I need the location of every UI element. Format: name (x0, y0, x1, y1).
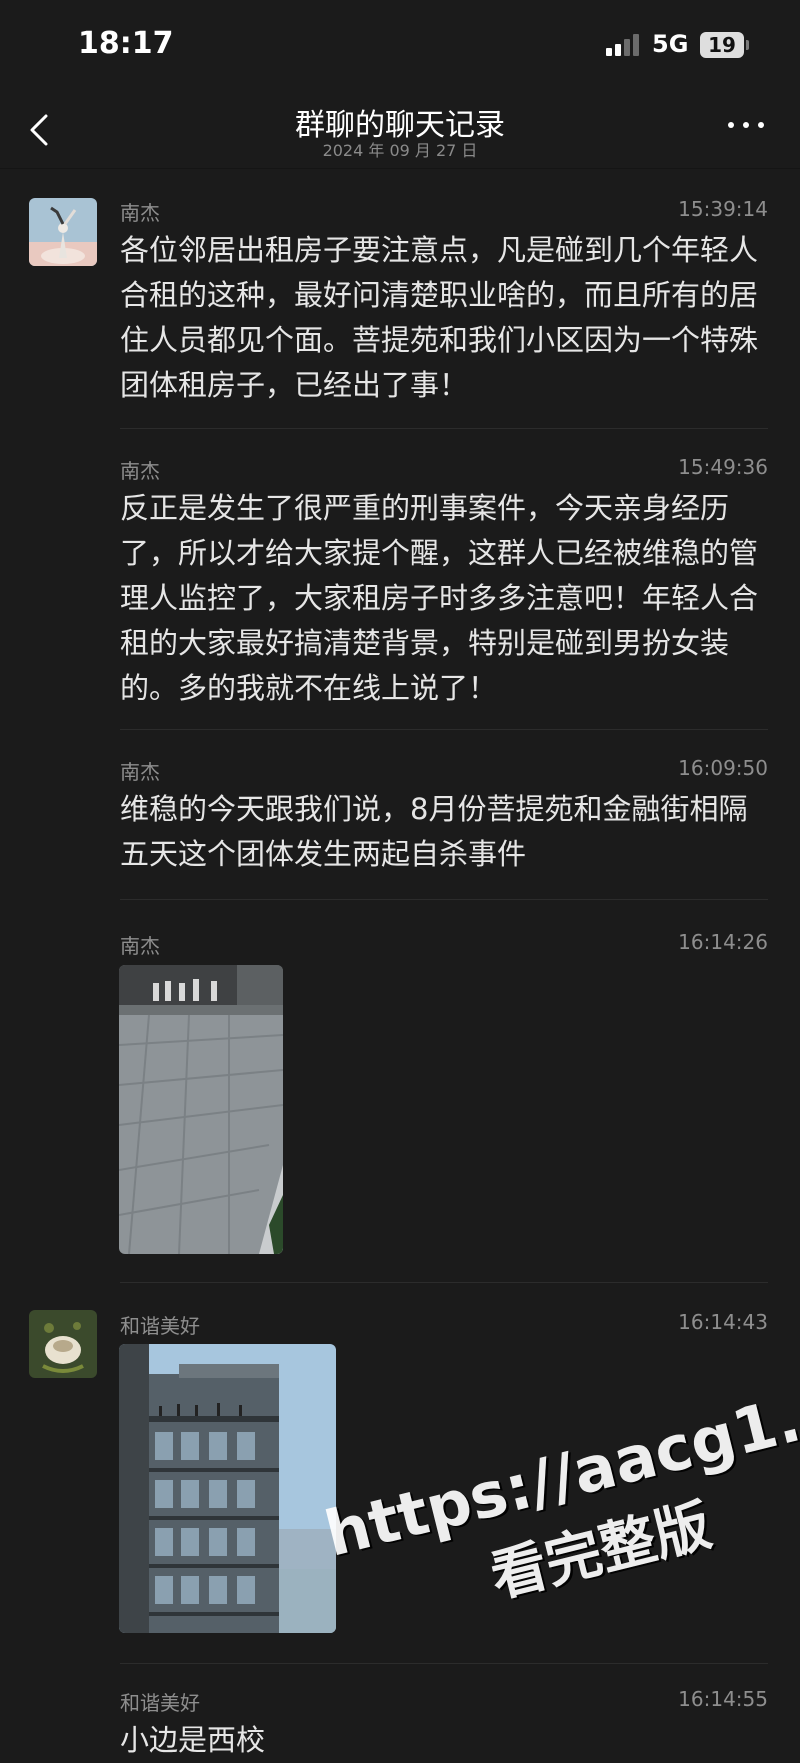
status-time: 18:17 (78, 26, 174, 61)
battery-cap (746, 40, 749, 50)
statue-avatar-icon (29, 198, 97, 266)
photo-plaza[interactable] (119, 965, 283, 1254)
avatar-nanjie[interactable] (29, 198, 97, 266)
network-type: 5G (652, 30, 689, 58)
avatar-hexiemeihao[interactable] (29, 1310, 97, 1378)
message-time: 15:49:36 (678, 455, 768, 479)
message-divider (120, 428, 768, 429)
message-time: 15:39:14 (678, 197, 768, 221)
flower-avatar-icon (29, 1310, 97, 1378)
message-sender: 南杰 (120, 760, 160, 784)
message-sender: 和谐美好 (120, 1314, 200, 1338)
battery-level: 19 (708, 33, 736, 57)
message-text: 反正是发生了很严重的刑事案件，今天亲身经历了，所以才给大家提个醒，这群人已经被维… (120, 491, 759, 705)
message-text: 小边是西校 (120, 1723, 266, 1757)
page-date: 2024 年 09 月 27 日 (322, 141, 478, 160)
header-divider (0, 168, 800, 169)
message-sender: 南杰 (120, 201, 160, 225)
message-sender: 和谐美好 (120, 1691, 200, 1715)
message-text: 各位邻居出租房子要注意点，凡是碰到几个年轻人合租的这种，最好问清楚职业啥的，而且… (120, 233, 759, 402)
more-options-button[interactable] (726, 116, 766, 136)
message-divider (120, 899, 768, 900)
message-divider (120, 1663, 768, 1664)
battery-icon: 19 (700, 32, 744, 58)
plaza-photo-image (119, 965, 283, 1254)
message-divider (120, 729, 768, 730)
message-time: 16:14:55 (678, 1687, 768, 1711)
message-time: 16:09:50 (678, 756, 768, 780)
message-divider (120, 1282, 768, 1283)
message-text: 维稳的今天跟我们说，8月份菩提苑和金融街相隔五天这个团体发生两起自杀事件 (120, 792, 748, 871)
message-time: 16:14:43 (678, 1310, 768, 1334)
building-photo-image (119, 1344, 336, 1633)
cellular-signal-icon (606, 34, 642, 56)
message-sender: 南杰 (120, 459, 160, 483)
photo-building[interactable] (119, 1344, 336, 1633)
message-time: 16:14:26 (678, 930, 768, 954)
watermark: https://aacg1.com 看完整版 (318, 1348, 800, 1650)
message-sender: 南杰 (120, 934, 160, 958)
